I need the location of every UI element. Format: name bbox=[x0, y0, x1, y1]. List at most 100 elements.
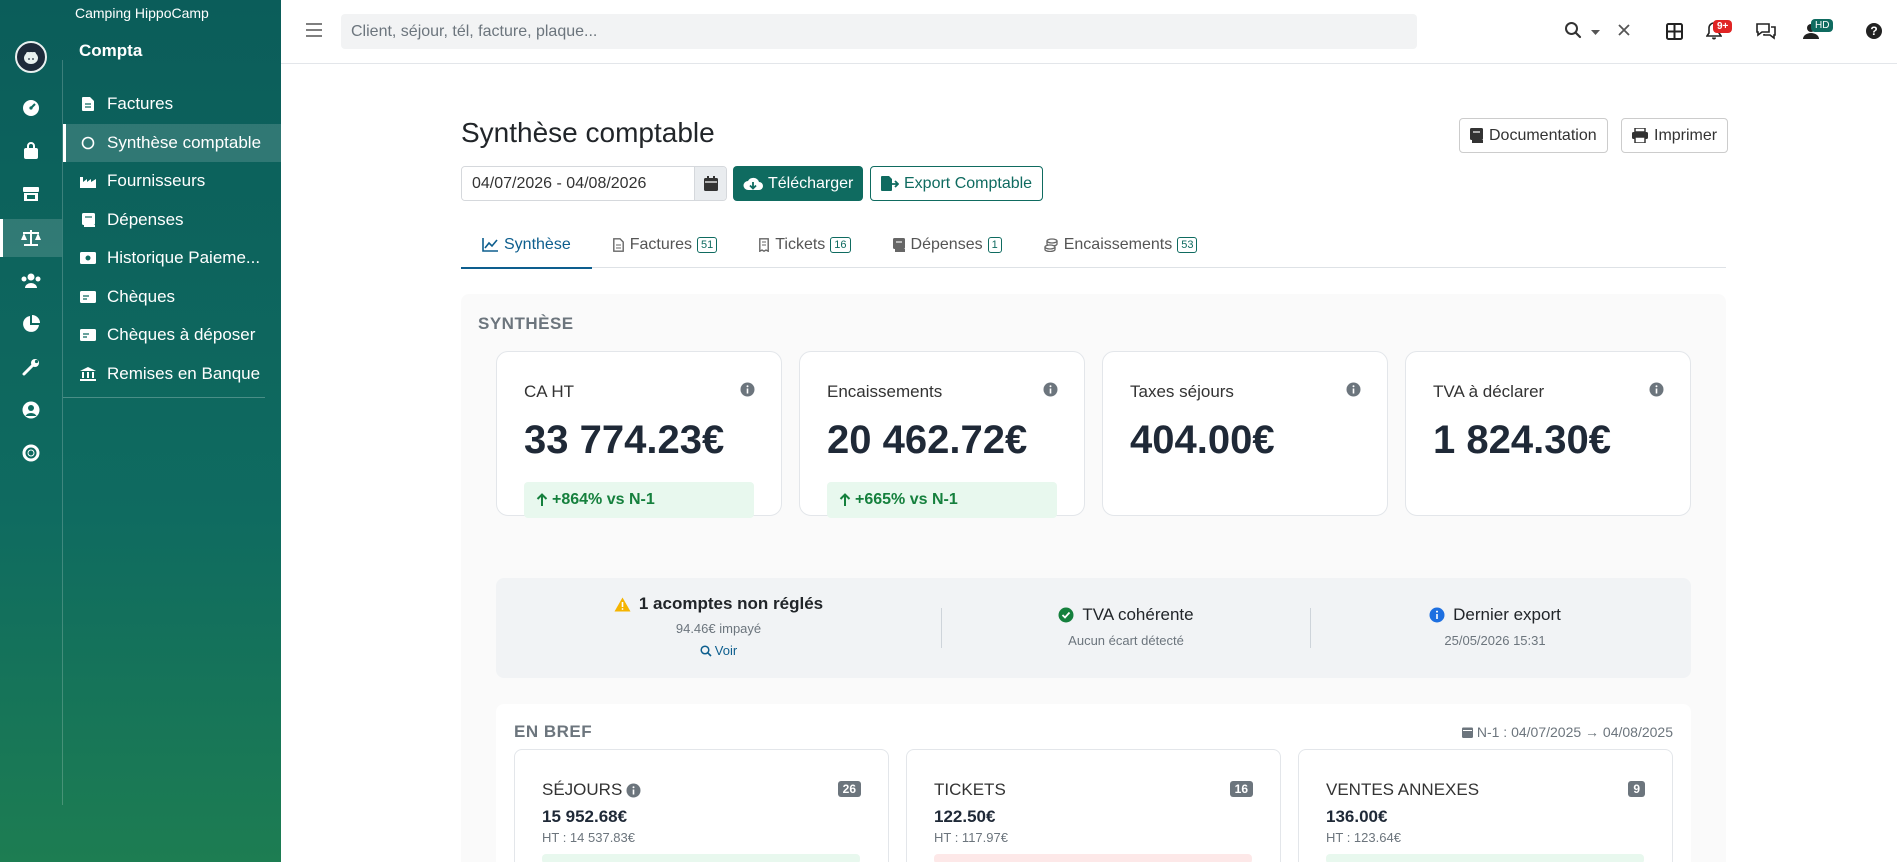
sidebar-item-synthese-comptable[interactable]: Synthèse comptable bbox=[63, 123, 281, 162]
kpi-value: 20 462.72€ bbox=[827, 418, 1028, 462]
tab-label: Synthèse bbox=[504, 236, 571, 253]
user-circle-icon[interactable] bbox=[0, 391, 62, 429]
export-status: Dernier export 25/05/2026 15:31 bbox=[1311, 578, 1679, 678]
acomptes-voir-link[interactable]: Voir bbox=[496, 643, 941, 658]
tab-count: 16 bbox=[830, 237, 851, 253]
bref-label: VENTES ANNEXES bbox=[1326, 780, 1480, 799]
file-export-icon bbox=[881, 176, 899, 191]
tab-encaissements[interactable]: Encaissements 53 bbox=[1023, 222, 1219, 268]
acomptes-sub: 94.46€ impayé bbox=[675, 621, 762, 636]
calendar-icon[interactable] bbox=[694, 167, 726, 200]
search-icon bbox=[700, 644, 712, 657]
tab-count: 53 bbox=[1177, 237, 1198, 253]
tab-factures[interactable]: Factures 51 bbox=[592, 222, 739, 268]
status-bar: 1 acomptes non réglés 94.46€ impayé Voir… bbox=[496, 578, 1691, 678]
store-icon[interactable] bbox=[0, 175, 62, 213]
arrow-up-icon bbox=[536, 493, 548, 506]
documentation-button[interactable]: Documentation bbox=[1459, 118, 1608, 153]
topbar: 9+ HD ? bbox=[281, 0, 1897, 64]
circle-icon bbox=[80, 135, 96, 151]
users-icon[interactable] bbox=[0, 262, 62, 300]
print-label: Imprimer bbox=[1654, 126, 1718, 144]
page-title: Synthèse comptable bbox=[461, 117, 715, 148]
en-bref-title: EN BREF bbox=[514, 722, 593, 741]
wrench-icon[interactable] bbox=[0, 348, 62, 386]
grid-icon[interactable] bbox=[1661, 18, 1687, 44]
chat-icon[interactable] bbox=[1753, 18, 1779, 44]
close-icon[interactable] bbox=[1617, 20, 1631, 42]
sidebar-item-fournisseurs[interactable]: Fournisseurs bbox=[63, 162, 281, 201]
sidebar-nav: Factures Synthèse comptable Fournisseurs… bbox=[63, 85, 281, 393]
tab-tickets[interactable]: Tickets 16 bbox=[738, 222, 871, 268]
dashboard-icon[interactable] bbox=[0, 89, 62, 127]
tab-label: Factures bbox=[629, 236, 692, 253]
check-circle-icon bbox=[1058, 607, 1074, 623]
book-icon bbox=[80, 212, 96, 228]
info-circle-icon bbox=[1429, 607, 1445, 623]
info-icon[interactable] bbox=[1043, 382, 1058, 402]
info-icon[interactable] bbox=[740, 382, 755, 402]
search-input[interactable] bbox=[351, 14, 1311, 49]
sidebar-item-remises-en-banque[interactable]: Remises en Banque bbox=[63, 355, 281, 394]
kpi-label: Encaissements bbox=[827, 382, 943, 401]
export-sub: 25/05/2026 15:31 bbox=[1444, 633, 1546, 648]
kpi-card-taxes-sejours: Taxes séjours 404.00€ bbox=[1102, 351, 1388, 516]
chevron-down-icon[interactable] bbox=[1591, 24, 1600, 42]
acomptes-status: 1 acomptes non réglés 94.46€ impayé Voir bbox=[496, 578, 941, 678]
bref-strip bbox=[1326, 854, 1644, 862]
export-comptable-button[interactable]: Export Comptable bbox=[870, 166, 1044, 201]
search-icon[interactable] bbox=[1564, 21, 1582, 44]
info-icon[interactable] bbox=[1346, 382, 1361, 402]
tabs: Synthèse Factures 51 Tickets 16 Dépenses… bbox=[461, 222, 1726, 269]
date-range-input[interactable] bbox=[462, 167, 694, 200]
book-icon bbox=[1470, 128, 1483, 143]
kpi-value: 33 774.23€ bbox=[524, 418, 725, 462]
file-icon bbox=[80, 96, 96, 112]
sidebar-item-label: Chèques à déposer bbox=[107, 325, 256, 345]
info-icon[interactable] bbox=[626, 783, 641, 798]
kpi-card-encaissements: Encaissements 20 462.72€ +665% vs N-1 bbox=[799, 351, 1085, 518]
tab-count: 1 bbox=[987, 237, 1002, 253]
section-title: Compta bbox=[79, 41, 143, 60]
tva-title: TVA cohérente bbox=[1082, 605, 1194, 624]
notification-badge: 9+ bbox=[1713, 20, 1733, 33]
download-button[interactable]: Télécharger bbox=[733, 166, 864, 201]
documentation-label: Documentation bbox=[1489, 126, 1597, 144]
bref-card-tickets: TICKETS 16 122.50€ HT : 117.97€ bbox=[906, 749, 1281, 862]
sidebar-item-historique-paiements[interactable]: Historique Paieme... bbox=[63, 239, 281, 278]
coins-icon bbox=[1044, 238, 1058, 252]
info-icon[interactable] bbox=[1649, 382, 1664, 402]
bank-icon bbox=[80, 366, 96, 382]
printer-icon bbox=[1632, 128, 1648, 143]
sidebar-item-factures[interactable]: Factures bbox=[63, 85, 281, 124]
arrow-up-icon bbox=[839, 493, 851, 506]
tab-depenses[interactable]: Dépenses 1 bbox=[872, 222, 1023, 268]
book-icon bbox=[892, 238, 905, 252]
kpi-trend-label: +665% vs N-1 bbox=[855, 491, 958, 508]
shopping-bag-icon[interactable] bbox=[0, 132, 62, 170]
svg-text:?: ? bbox=[1870, 24, 1877, 38]
sidebar-item-cheques-a-deposer[interactable]: Chèques à déposer bbox=[63, 316, 281, 355]
tab-synthese[interactable]: Synthèse bbox=[461, 222, 592, 269]
voir-label: Voir bbox=[714, 643, 738, 658]
bref-strip bbox=[934, 854, 1252, 862]
sidebar-item-depenses[interactable]: Dépenses bbox=[63, 201, 281, 240]
lifebuoy-icon[interactable] bbox=[0, 434, 62, 472]
tab-label: Dépenses bbox=[910, 236, 983, 253]
icon-rail bbox=[0, 0, 62, 862]
kpi-label: CA HT bbox=[524, 382, 575, 401]
tva-sub: Aucun écart détecté bbox=[1068, 633, 1184, 648]
hamburger-menu-icon[interactable] bbox=[306, 19, 328, 41]
pie-chart-icon[interactable] bbox=[0, 305, 62, 343]
bref-strip bbox=[542, 854, 860, 862]
bref-ht: HT : 123.64€ bbox=[1326, 830, 1401, 845]
print-button[interactable]: Imprimer bbox=[1621, 118, 1729, 153]
sidebar-item-cheques[interactable]: Chèques bbox=[63, 278, 281, 317]
sidebar-item-label: Factures bbox=[107, 94, 174, 114]
avatar[interactable] bbox=[15, 41, 47, 73]
help-icon[interactable]: ? bbox=[1861, 18, 1887, 44]
tab-label: Encaissements bbox=[1063, 236, 1173, 253]
bref-count: 9 bbox=[1628, 781, 1645, 797]
scale-icon[interactable] bbox=[0, 219, 62, 257]
hippo-logo-icon bbox=[24, 52, 38, 64]
